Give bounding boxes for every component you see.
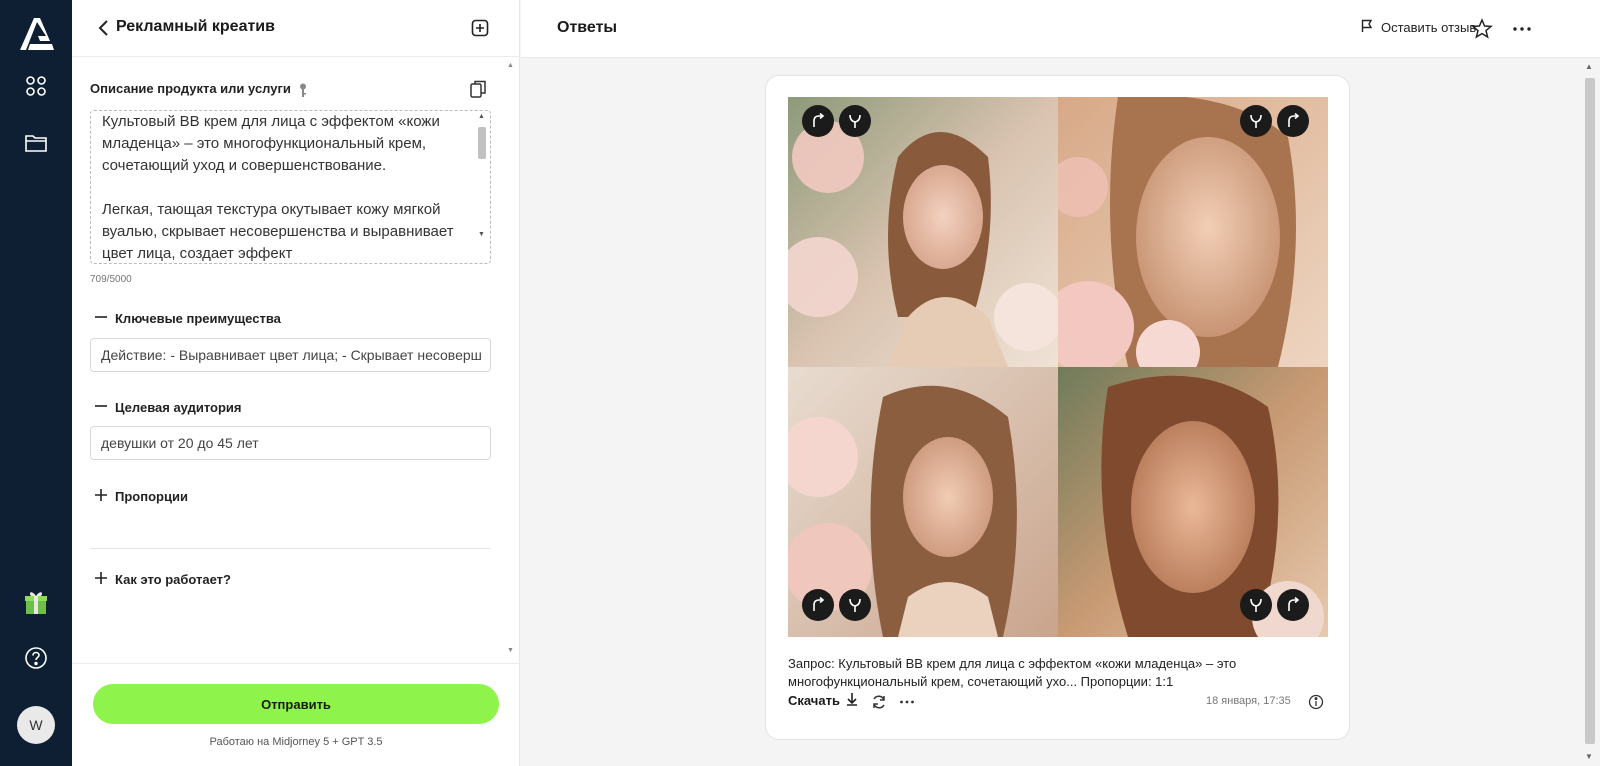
generated-image-1[interactable] [788,97,1058,367]
expand-plus-icon[interactable] [94,571,108,585]
card-actions: Скачать 18 января, 17:35 [788,692,1328,714]
timestamp: 18 января, 17:35 [1206,695,1291,707]
main-scrollbar[interactable]: ▲ ▼ [1583,58,1597,766]
upscale-icon[interactable] [802,589,834,621]
logo-icon[interactable] [16,14,56,54]
submit-button[interactable]: Отправить [93,684,499,724]
image-grid[interactable] [788,97,1328,638]
variation-icon[interactable] [1240,105,1272,137]
proportions-label[interactable]: Пропорции [115,489,188,504]
main-title: Ответы [557,19,618,36]
answer-card: Запрос: Культовый BB крем для лица с эфф… [765,75,1350,740]
form-scrollbar[interactable]: ▲ ▼ [506,62,516,658]
char-counter: 709/5000 [90,274,132,285]
audience-input[interactable]: девушки от 20 до 45 лет [90,426,491,460]
main-header: Ответы Оставить отзыв [521,0,1600,58]
apps-grid-icon[interactable] [20,70,52,102]
more-horizontal-icon[interactable] [1511,18,1533,40]
key-icon [298,83,308,102]
upscale-icon[interactable] [1277,589,1309,621]
generated-image-4[interactable] [1058,367,1328,637]
more-horizontal-icon[interactable] [898,693,916,711]
textarea-scrollbar[interactable]: ▲ ▼ [476,113,488,259]
star-icon[interactable] [1471,18,1493,40]
divider [90,548,491,549]
description-textarea[interactable]: Культовый BB крем для лица с эффектом «к… [90,110,491,264]
add-square-icon[interactable] [471,19,489,37]
expand-plus-icon[interactable] [94,488,108,502]
variation-icon[interactable] [839,589,871,621]
how-it-works-label[interactable]: Как это работает? [115,572,231,587]
feedback-label: Оставить отзыв [1381,20,1477,35]
download-icon [846,692,858,709]
left-rail: W [0,0,72,766]
download-label: Скачать [788,693,840,708]
panel-header: Рекламный креатив [72,0,520,57]
info-icon[interactable] [1308,694,1324,710]
upscale-icon[interactable] [1277,105,1309,137]
benefits-input[interactable]: Действие: - Выравнивает цвет лица; - Скр… [90,338,491,372]
generated-image-2[interactable] [1058,97,1328,367]
description-textarea-value: Культовый BB крем для лица с эффектом «к… [102,113,454,261]
collapse-minus-icon[interactable] [94,399,108,413]
folder-icon[interactable] [20,127,52,159]
variation-icon[interactable] [839,105,871,137]
form-panel: Рекламный креатив ▲ ▼ Описание продукта … [72,0,520,766]
flag-icon [1361,19,1373,36]
panel-title: Рекламный креатив [116,18,275,35]
upscale-icon[interactable] [802,105,834,137]
benefits-label: Ключевые преимущества [115,311,281,326]
feedback-button[interactable]: Оставить отзыв [1361,19,1476,36]
generated-image-3[interactable] [788,367,1058,637]
gift-icon[interactable] [20,586,52,618]
prompt-text: Запрос: Культовый BB крем для лица с эфф… [788,656,1237,689]
panel-footer: Отправить Работаю на Midjorney 5 + GPT 3… [72,663,520,766]
variation-icon[interactable] [1240,589,1272,621]
audience-label: Целевая аудитория [115,400,242,415]
help-icon[interactable] [20,642,52,674]
collapse-minus-icon[interactable] [94,310,108,324]
main-area: Ответы Оставить отзыв ▲ ▼ Запрос: Культо… [521,0,1600,766]
powered-by-text: Работаю на Midjorney 5 + GPT 3.5 [209,736,383,748]
copy-icon[interactable] [468,79,488,99]
description-label: Описание продукта или услуги [90,81,291,96]
back-arrow-icon[interactable] [94,18,114,38]
refresh-icon[interactable] [870,693,888,711]
download-button[interactable]: Скачать [788,692,858,709]
avatar[interactable]: W [17,706,55,744]
